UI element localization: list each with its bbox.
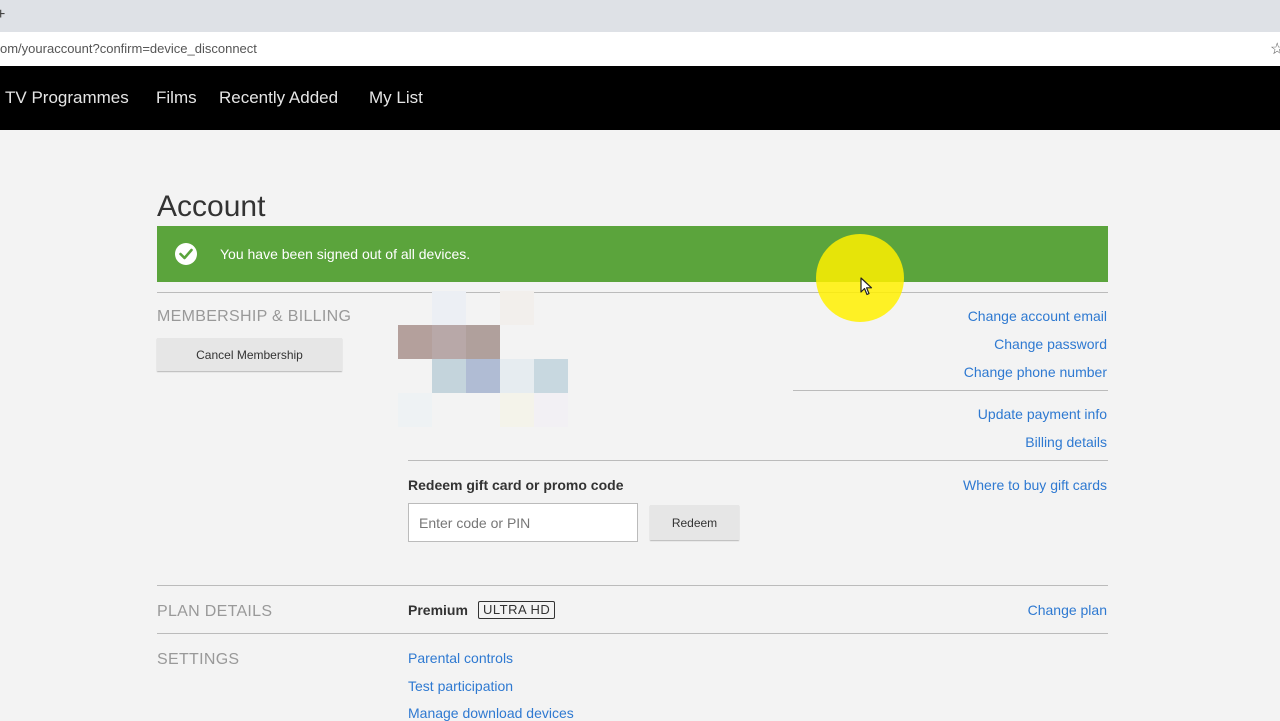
mouse-pointer-icon	[860, 277, 873, 296]
redeem-button[interactable]: Redeem	[650, 505, 739, 540]
nav-item-recently-added[interactable]: Recently Added	[219, 88, 338, 108]
cancel-membership-button[interactable]: Cancel Membership	[157, 338, 342, 371]
page-title: Account	[157, 190, 266, 224]
manage-download-devices-link[interactable]: Manage download devices	[408, 705, 574, 721]
nav-item-films[interactable]: Films	[156, 88, 197, 108]
section-divider	[157, 292, 1108, 293]
nav-item-my-list[interactable]: My List	[369, 88, 423, 108]
check-circle-icon	[175, 243, 197, 265]
change-phone-number-link[interactable]: Change phone number	[964, 364, 1107, 380]
success-banner: You have been signed out of all devices.	[157, 226, 1108, 282]
top-navigation: TV Programmes Films Recently Added My Li…	[0, 66, 1280, 130]
membership-billing-label: MEMBERSHIP & BILLING	[157, 308, 352, 325]
url-text[interactable]: om/youraccount?confirm=device_disconnect	[0, 41, 257, 56]
browser-address-bar[interactable]: om/youraccount?confirm=device_disconnect…	[0, 32, 1280, 67]
billing-details-link[interactable]: Billing details	[1025, 434, 1107, 450]
links-divider	[793, 390, 1108, 391]
plan-divider	[157, 585, 1108, 586]
change-password-link[interactable]: Change password	[994, 336, 1107, 352]
settings-label: SETTINGS	[157, 651, 240, 668]
change-plan-link[interactable]: Change plan	[1028, 602, 1107, 618]
change-account-email-link[interactable]: Change account email	[968, 308, 1107, 324]
update-payment-info-link[interactable]: Update payment info	[978, 406, 1107, 422]
star-icon[interactable]: ☆	[1270, 39, 1280, 59]
promo-code-input[interactable]	[408, 503, 638, 542]
plan-name: Premium	[408, 602, 468, 618]
banner-message: You have been signed out of all devices.	[220, 246, 471, 262]
test-participation-link[interactable]: Test participation	[408, 678, 513, 694]
redeem-label: Redeem gift card or promo code	[408, 477, 624, 493]
plan-details-label: PLAN DETAILS	[157, 603, 273, 620]
redeem-divider	[408, 460, 1108, 461]
where-to-buy-gift-cards-link[interactable]: Where to buy gift cards	[963, 477, 1107, 493]
parental-controls-link[interactable]: Parental controls	[408, 650, 513, 666]
browser-tab-strip: +	[0, 0, 1280, 32]
ultra-hd-badge: ULTRA HD	[478, 601, 556, 619]
settings-divider	[157, 633, 1108, 634]
new-tab-button[interactable]: +	[0, 6, 5, 24]
nav-item-tv-programmes[interactable]: TV Programmes	[5, 88, 129, 108]
